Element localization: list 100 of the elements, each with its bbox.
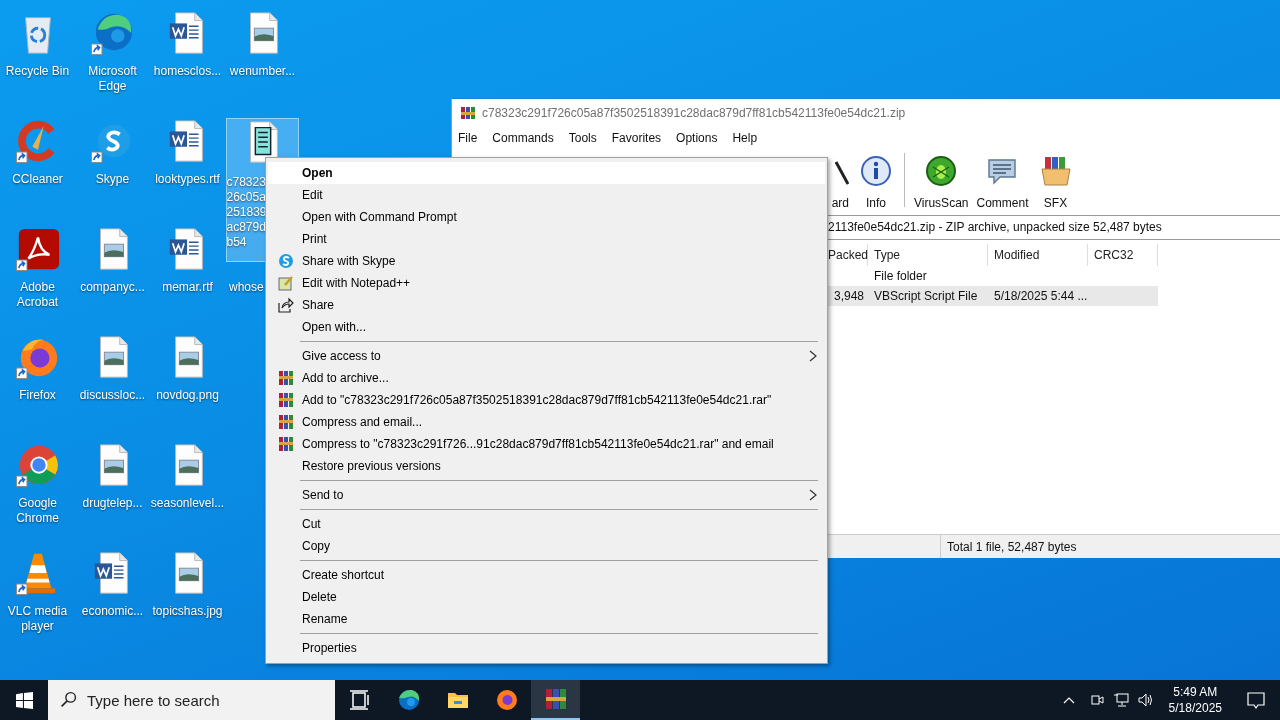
archive-info-bar: 2113fe0e54dc21.zip - ZIP archive, unpacked size 52,487 bytes [828, 215, 1280, 240]
menu-item[interactable]: Properties [268, 637, 825, 659]
menu-item[interactable]: Share [268, 294, 825, 316]
desktop-icon[interactable]: economic... [75, 544, 150, 648]
menu-item[interactable]: Rename [268, 608, 825, 630]
menu-item[interactable]: Open with... [268, 316, 825, 338]
icon-label[interactable]: b54 [226, 235, 247, 250]
desktop-icon[interactable]: topicshas.jpg [150, 544, 225, 648]
archive-books-icon [460, 104, 476, 121]
menu-item[interactable]: Cut [268, 513, 825, 535]
menu-item[interactable]: File [458, 130, 478, 145]
menu-item[interactable]: Compress to "c78323c291f726...91c28dac879d7ff81cb542113fe0e54dc21.rar" and email [268, 433, 825, 455]
icon-label[interactable]: 251839 [226, 205, 267, 220]
icon-label[interactable]: companyc... [75, 280, 150, 295]
icon-label[interactable]: seasonlevel... [150, 496, 225, 511]
magic-wand-icon [835, 161, 849, 185]
archive-books-icon [543, 687, 568, 711]
toolbar-button[interactable]: Info [854, 149, 898, 210]
menu-item[interactable]: Options [676, 130, 718, 145]
notification-icon[interactable] [1246, 690, 1266, 710]
search-icon [60, 691, 77, 708]
fox-logo-icon [494, 688, 519, 712]
icon-label[interactable]: wenumber... [225, 64, 300, 79]
toolbar-button[interactable]: Comment [973, 149, 1032, 210]
share-icon [278, 297, 294, 313]
volume-icon[interactable] [1136, 692, 1153, 708]
icon-label[interactable]: topicshas.jpg [150, 604, 225, 619]
menu-item[interactable]: Edit with Notepad++ [268, 272, 825, 294]
menu-item[interactable]: Tools [568, 130, 597, 145]
file-row[interactable]: File folder [828, 266, 1158, 286]
task-view-icon [347, 688, 372, 712]
icon-label[interactable]: Microsoft Edge [75, 64, 150, 94]
clock[interactable]: 5:49 AM 5/18/2025 [1168, 684, 1222, 716]
chevron-up-icon[interactable] [1062, 696, 1075, 704]
column-header[interactable]: Modified [988, 244, 1088, 266]
menu-item[interactable]: Favorites [611, 130, 662, 145]
desktop-icon[interactable]: Recycle Bin [0, 4, 75, 108]
icon-label[interactable]: Recycle Bin [0, 64, 75, 79]
network-icon[interactable] [1112, 692, 1129, 708]
column-header[interactable]: CRC32 [1088, 244, 1158, 266]
desktop-icon[interactable]: novdog.png [150, 328, 225, 432]
icon-label[interactable]: novdog.png [150, 388, 225, 403]
pdf-logo-icon[interactable] [14, 226, 61, 272]
menu-item[interactable]: Restore previous versions [268, 455, 825, 477]
desktop-icon[interactable]: Microsoft Edge [75, 4, 150, 108]
toolbar-button[interactable]: ard [828, 149, 852, 210]
menu-item[interactable]: Create shortcut [268, 564, 825, 586]
desktop-icon[interactable]: looktypes.rtf [150, 112, 225, 216]
icon-label[interactable]: c78323 [226, 175, 266, 190]
taskbar-app[interactable] [531, 680, 580, 720]
menu-item[interactable]: Compress and email... [268, 411, 825, 433]
camera-icon[interactable] [1088, 692, 1105, 708]
menu-item[interactable]: Add to "c78323c291f726c05a87f3502518391c28dac879d7ff81cb542113fe0e54dc21.rar" [268, 389, 825, 411]
desktop-icon[interactable]: seasonlevel... [150, 436, 225, 540]
desktop-icon[interactable]: CCleaner [0, 112, 75, 216]
icon-label[interactable]: Firefox [0, 388, 75, 403]
menu-item[interactable]: Copy [268, 535, 825, 557]
desktop-icon[interactable]: drugtelep... [75, 436, 150, 540]
icon-label[interactable]: drugtelep... [75, 496, 150, 511]
icon-label[interactable]: discussloc... [75, 388, 150, 403]
info-icon [860, 155, 892, 187]
bug-icon [925, 155, 958, 187]
desktop-icon[interactable]: Skype [75, 112, 150, 216]
icon-label[interactable]: Adobe Acrobat [0, 280, 75, 310]
icon-label[interactable]: Skype [75, 172, 150, 187]
icon-label[interactable]: homesclos... [150, 64, 225, 79]
desktop-icon[interactable]: Google Chrome [0, 436, 75, 540]
icon-label[interactable]: 26c05a [226, 190, 266, 205]
menu-item[interactable]: Commands [492, 130, 554, 145]
desktop-icon[interactable]: discussloc... [75, 328, 150, 432]
menu-item[interactable]: Delete [268, 586, 825, 608]
desktop-icon[interactable]: memar.rtf [150, 220, 225, 324]
file-row[interactable]: 3,948 VBScript Script File 5/18/2025 5:44 ... [828, 286, 1158, 306]
menu-item[interactable]: Help [732, 130, 758, 145]
desktop-icon[interactable]: Adobe Acrobat [0, 220, 75, 324]
column-header[interactable]: Type [868, 244, 988, 266]
icon-label[interactable]: economic... [75, 604, 150, 619]
desktop-icon[interactable]: wenumber... [225, 4, 300, 108]
desktop-icon[interactable]: companyc... [75, 220, 150, 324]
icon-label[interactable]: Google Chrome [0, 496, 75, 526]
icon-label[interactable]: VLC media player [0, 604, 75, 634]
menu-item[interactable]: Add to archive... [268, 367, 825, 389]
icon-label[interactable]: CCleaner [0, 172, 75, 187]
search-field[interactable]: Type here to search [48, 680, 335, 720]
icon-label[interactable]: ac879d [226, 220, 266, 235]
menu-item[interactable]: Open [268, 162, 825, 184]
menu-item[interactable]: Send to [268, 484, 825, 506]
archive-books-icon [278, 370, 294, 386]
menu-item[interactable]: Give access to [268, 345, 825, 367]
desktop-icon[interactable]: VLC media player [0, 544, 75, 648]
icon-label[interactable]: memar.rtf [150, 280, 225, 295]
desktop-icon[interactable]: homesclos... [150, 4, 225, 108]
toolbar-button[interactable]: VirusScan [911, 149, 972, 210]
archive-books-icon [278, 414, 294, 430]
box-icon [1039, 155, 1072, 187]
icon-label[interactable]: looktypes.rtf [150, 172, 225, 187]
toolbar-button[interactable]: SFX [1033, 149, 1078, 210]
desktop-icon[interactable]: Firefox [0, 328, 75, 432]
table-cell: 5/18/2025 5:44 ... [994, 289, 1088, 303]
clock-date: 5/18/2025 [1168, 700, 1222, 716]
